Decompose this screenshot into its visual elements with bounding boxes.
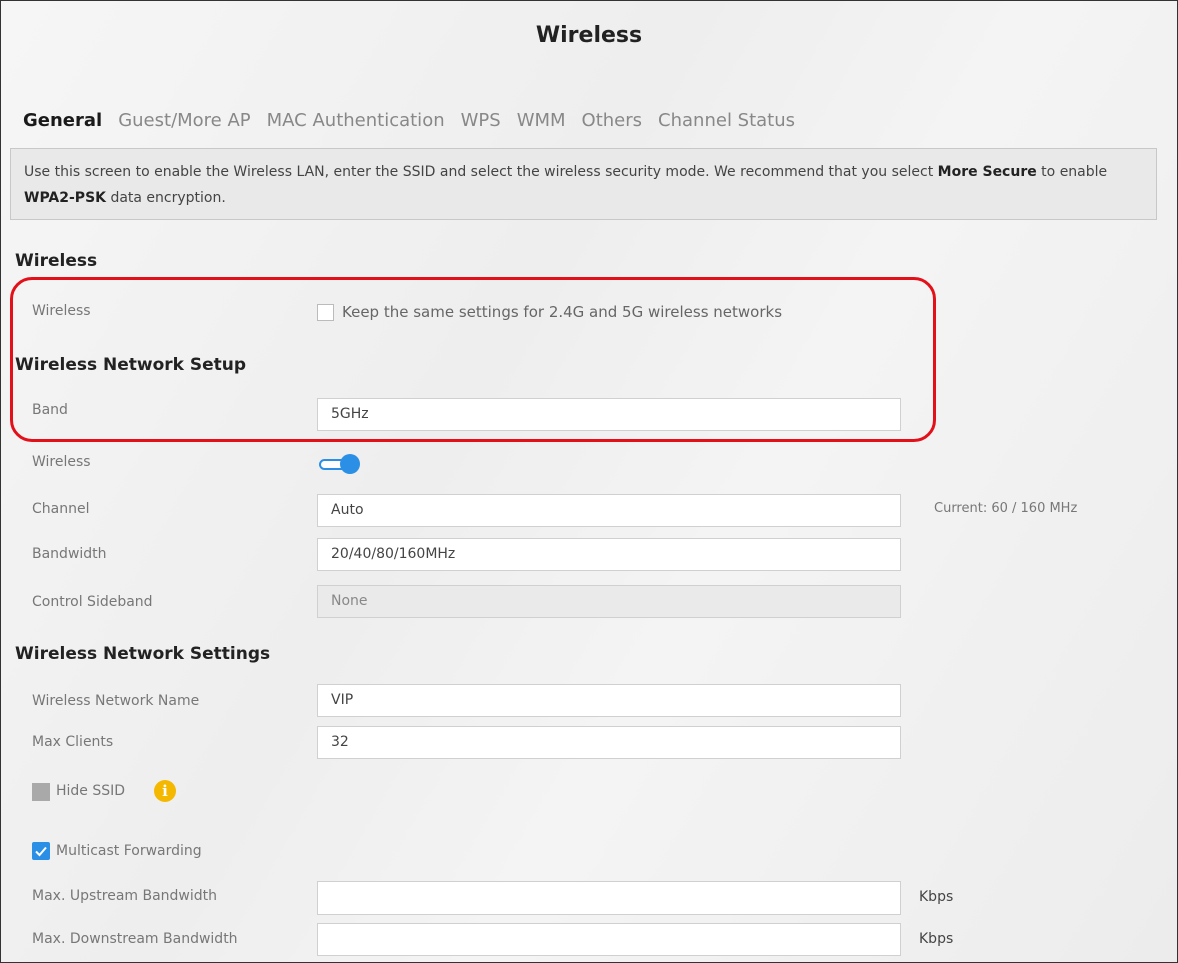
channel-current-status: Current: 60 / 160 MHz (934, 501, 1078, 516)
downstream-unit: Kbps (919, 931, 954, 947)
highlight-annotation (10, 277, 936, 442)
check-icon (35, 846, 47, 857)
info-icon[interactable]: i (154, 780, 176, 802)
toggle-knob (340, 454, 360, 474)
hide-ssid-checkbox[interactable] (32, 783, 50, 801)
upstream-label: Max. Upstream Bandwidth (32, 888, 218, 904)
hide-ssid-label: Hide SSID (56, 783, 126, 799)
wireless-toggle[interactable] (319, 454, 360, 474)
tab-channel-status[interactable]: Channel Status (654, 110, 808, 134)
notice-text-2: to enable (1036, 164, 1108, 180)
section-wireless-heading: Wireless (15, 251, 98, 271)
ssid-label: Wireless Network Name (32, 693, 200, 709)
tab-bar: General Guest/More AP MAC Authentication… (18, 110, 809, 134)
channel-label: Channel (32, 501, 90, 517)
wireless-toggle-label: Wireless (32, 454, 91, 470)
sideband-label: Control Sideband (32, 594, 153, 610)
multicast-label: Multicast Forwarding (56, 843, 202, 859)
downstream-label: Max. Downstream Bandwidth (32, 931, 238, 947)
tab-wps[interactable]: WPS (456, 110, 513, 134)
multicast-checkbox[interactable] (32, 842, 50, 860)
notice-text-3: data encryption. (106, 190, 226, 206)
sideband-select: None (317, 585, 901, 618)
tab-wmm[interactable]: WMM (512, 110, 578, 134)
notice-text-1: Use this screen to enable the Wireless L… (24, 164, 938, 180)
tab-guest-more-ap[interactable]: Guest/More AP (114, 110, 264, 134)
tab-others[interactable]: Others (577, 110, 654, 134)
wireless-settings-panel: Wireless General Guest/More AP MAC Authe… (0, 0, 1178, 963)
max-clients-label: Max Clients (32, 734, 114, 750)
downstream-input[interactable] (317, 923, 901, 956)
upstream-unit: Kbps (919, 889, 954, 905)
upstream-input[interactable] (317, 881, 901, 915)
max-clients-input[interactable]: 32 (317, 726, 901, 759)
notice-bold-more-secure: More Secure (937, 164, 1037, 180)
notice-bold-wpa2-psk: WPA2-PSK (24, 190, 106, 206)
tab-mac-authentication[interactable]: MAC Authentication (262, 110, 457, 134)
ssid-input[interactable]: VIP (317, 684, 901, 717)
info-notice: Use this screen to enable the Wireless L… (10, 148, 1157, 220)
bandwidth-select[interactable]: 20/40/80/160MHz (317, 538, 901, 571)
page-title: Wireless (535, 23, 643, 48)
tab-general[interactable]: General (18, 110, 115, 134)
section-network-settings-heading: Wireless Network Settings (15, 644, 271, 664)
channel-select[interactable]: Auto (317, 494, 901, 527)
bandwidth-label: Bandwidth (32, 546, 107, 562)
